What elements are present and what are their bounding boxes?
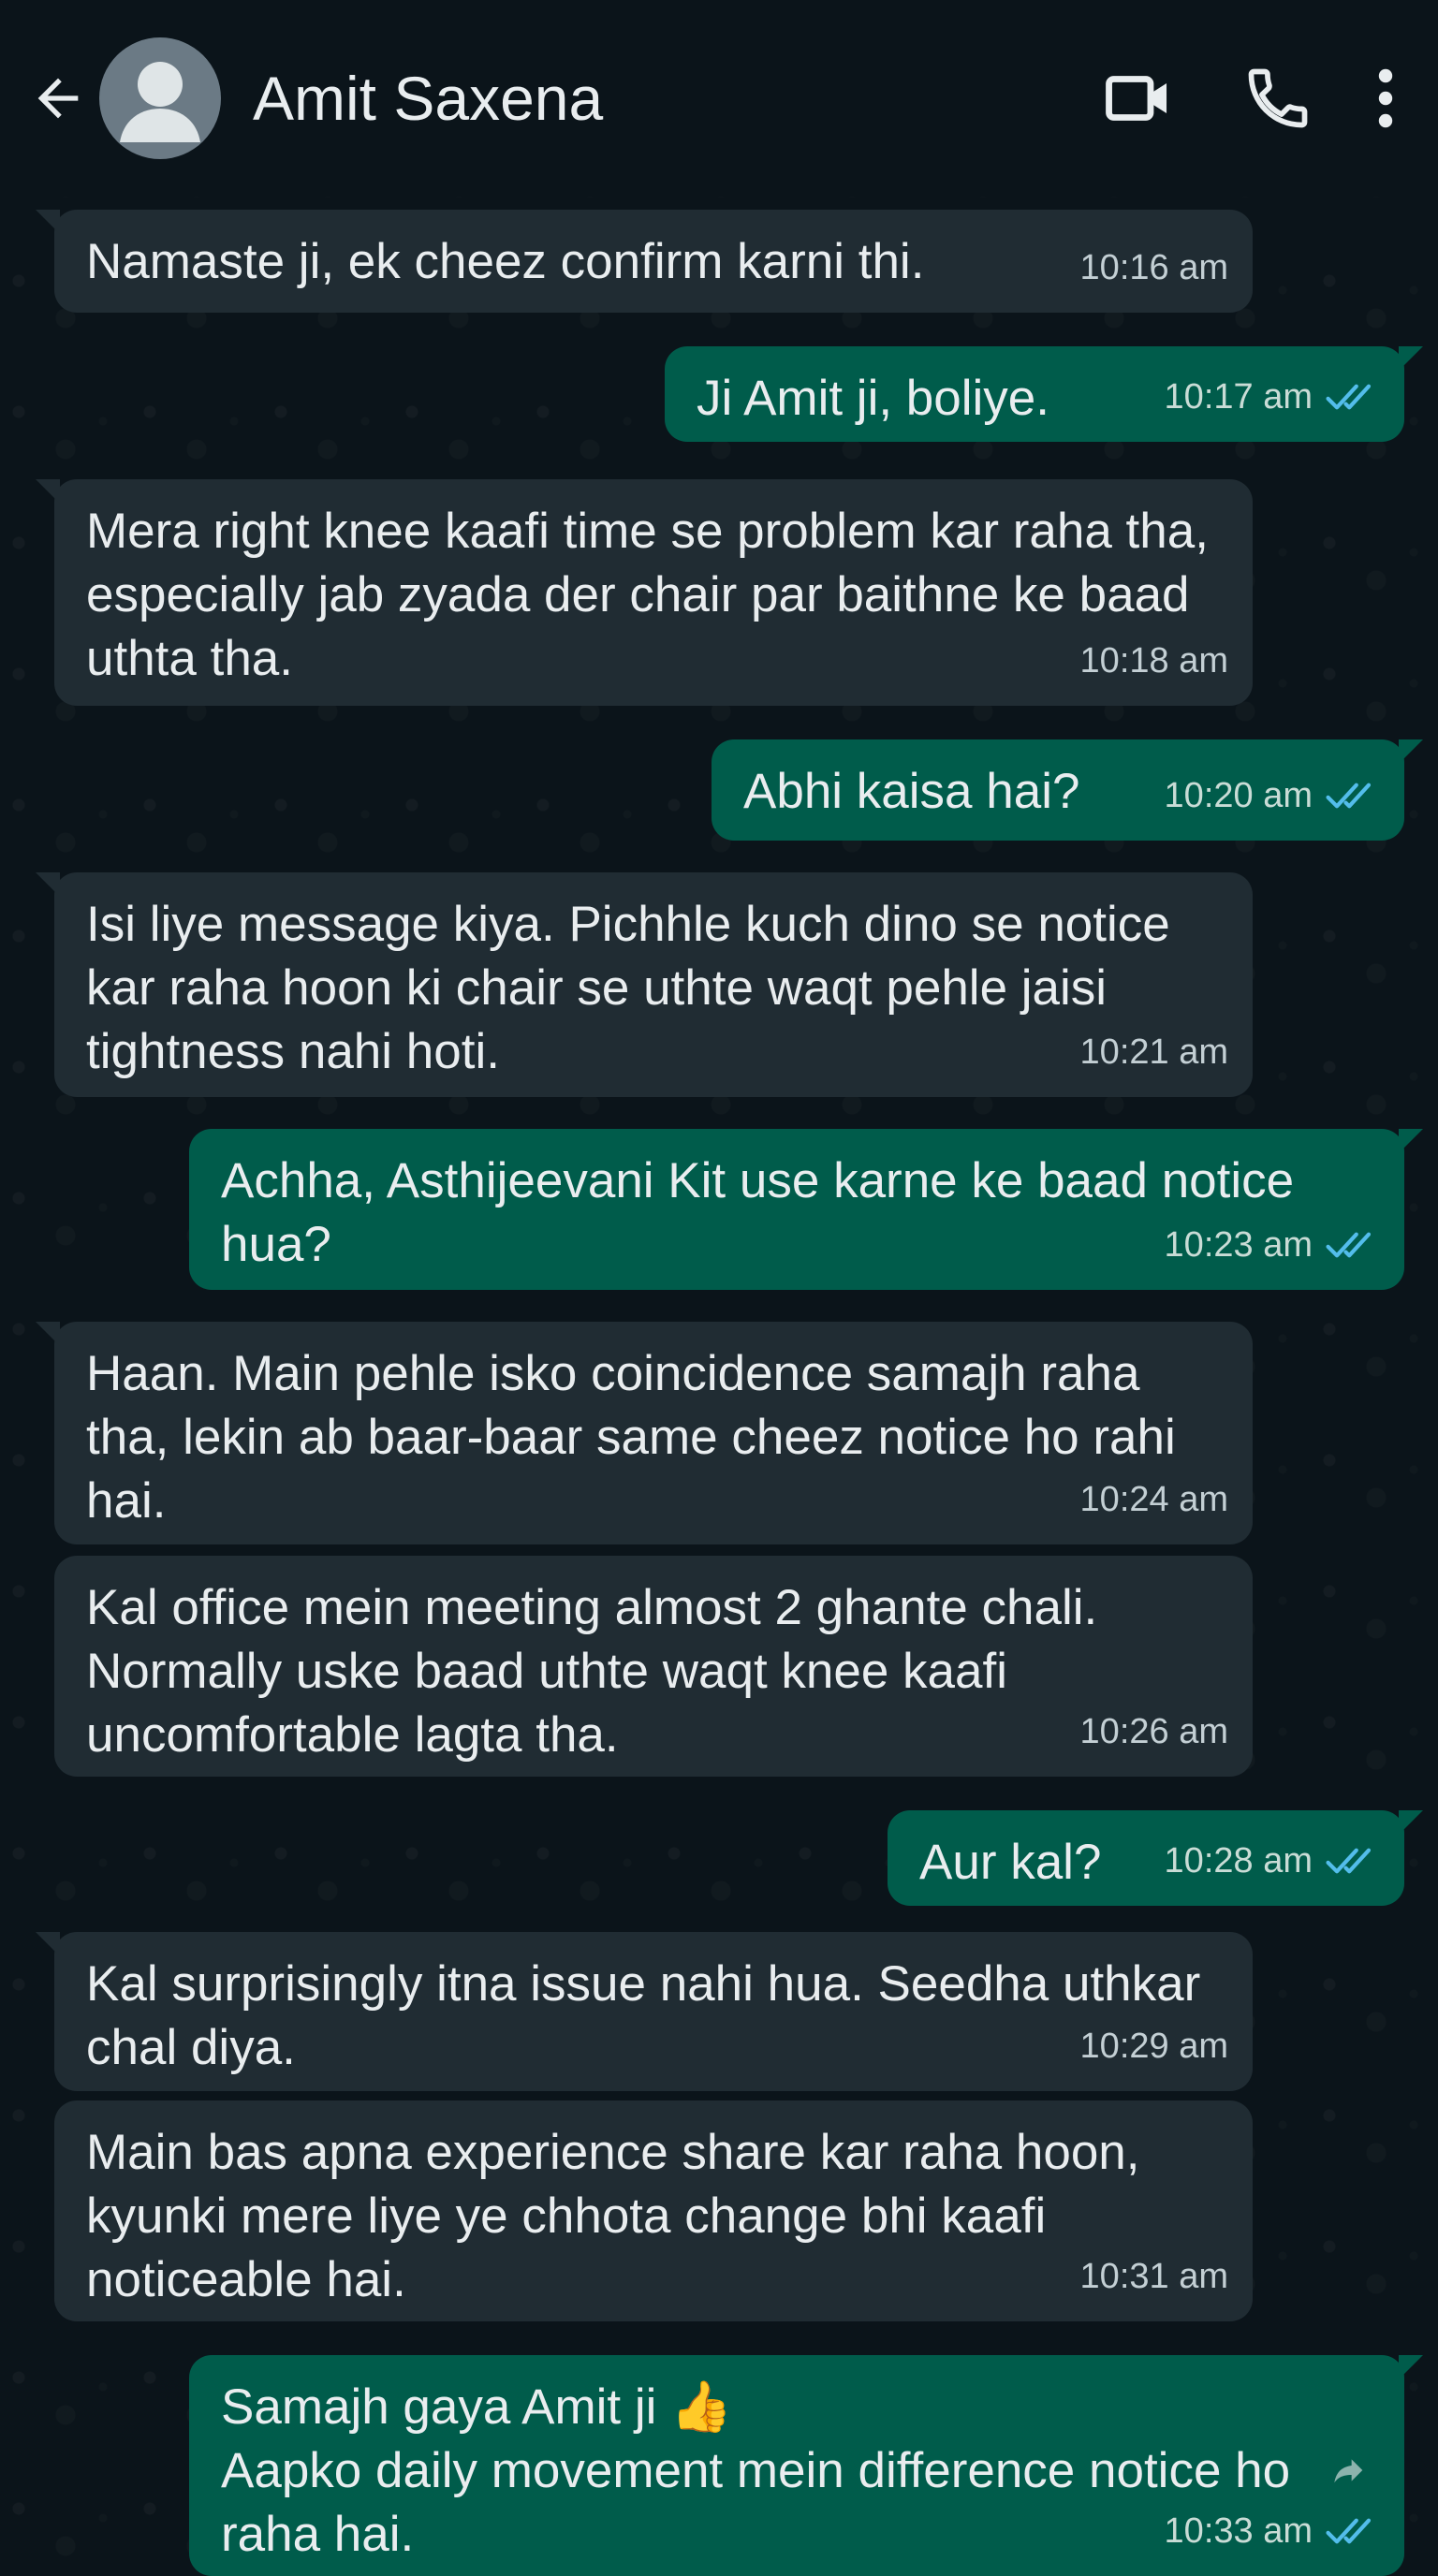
avatar[interactable] [99, 37, 221, 159]
message-outgoing[interactable]: Abhi kaisa hai? 10:20 am [712, 739, 1423, 841]
message-time: 10:21 am [1079, 1032, 1228, 1072]
message-text: Mera right knee kaafi time se problem ka… [86, 504, 1209, 686]
message-incoming[interactable]: Isi liye message kiya. Pichhle kuch dino… [36, 872, 1253, 1097]
message-incoming[interactable]: Mera right knee kaafi time se problem ka… [36, 479, 1253, 706]
message-text: Haan. Main pehle isko coincidence samajh… [86, 1346, 1176, 1529]
message-time: 10:16 am [1079, 248, 1228, 287]
message-time: 10:20 am [1164, 776, 1313, 815]
message-incoming[interactable]: Kal surprisingly itna issue nahi hua. Se… [36, 1932, 1253, 2091]
message-time: 10:17 am [1164, 377, 1313, 417]
message-incoming[interactable]: Namaste ji, ek cheez confirm karni thi. … [36, 210, 1253, 313]
message-incoming[interactable]: Main bas apna experience share kar raha … [54, 2100, 1253, 2321]
double-check-icon [1326, 381, 1380, 413]
message-time: 10:33 am [1164, 2511, 1313, 2551]
double-check-icon [1326, 2515, 1380, 2547]
video-camera-icon[interactable] [1097, 56, 1181, 140]
more-vertical-icon[interactable] [1357, 56, 1414, 140]
message-time: 10:29 am [1079, 2027, 1228, 2066]
message-text: Main bas apna experience share kar raha … [86, 2125, 1140, 2307]
message-outgoing[interactable]: Samajh gaya Amit ji 👍 Aapko daily moveme… [189, 2355, 1423, 2576]
message-outgoing[interactable]: Aur kal? 10:28 am [888, 1810, 1423, 1906]
double-check-icon [1326, 1845, 1380, 1877]
chat-header: Amit Saxena [0, 0, 1438, 197]
message-time: 10:28 am [1164, 1841, 1313, 1881]
message-incoming[interactable]: Haan. Main pehle isko coincidence samajh… [36, 1322, 1253, 1544]
message-time: 10:31 am [1079, 2257, 1228, 2296]
double-check-icon [1326, 1229, 1380, 1261]
message-text: Namaste ji, ek cheez confirm karni thi. [86, 234, 925, 289]
message-time: 10:24 am [1079, 1480, 1228, 1519]
message-outgoing[interactable]: Achha, Asthijeevani Kit use karne ke baa… [189, 1129, 1423, 1290]
message-incoming[interactable]: Kal office mein meeting almost 2 ghante … [54, 1556, 1253, 1777]
arrow-left-icon[interactable] [24, 65, 92, 132]
message-time: 10:18 am [1079, 641, 1228, 681]
message-text: Kal office mein meeting almost 2 ghante … [86, 1580, 1098, 1763]
message-text: Kal surprisingly itna issue nahi hua. Se… [86, 1956, 1201, 2075]
double-check-icon [1326, 780, 1380, 812]
forward-arrow-icon[interactable] [1331, 2441, 1369, 2505]
message-outgoing[interactable]: Ji Amit ji, boliye. 10:17 am [665, 346, 1423, 442]
contact-name[interactable]: Amit Saxena [253, 63, 1043, 134]
message-time: 10:23 am [1164, 1225, 1313, 1265]
message-time: 10:26 am [1079, 1712, 1228, 1751]
phone-icon[interactable] [1236, 56, 1320, 140]
message-text: Isi liye message kiya. Pichhle kuch dino… [86, 897, 1170, 1079]
default-user-icon [120, 62, 200, 142]
